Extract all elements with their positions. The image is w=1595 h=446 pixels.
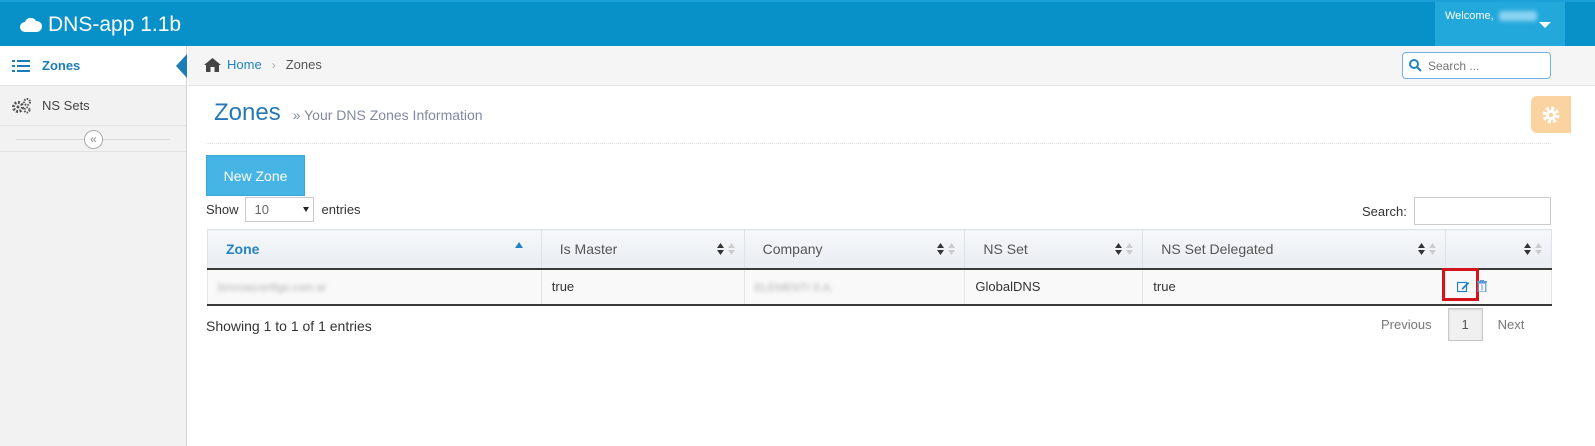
chevron-right-icon: ›	[271, 57, 276, 72]
search-input[interactable]	[1428, 58, 1538, 73]
breadcrumb-bar: Home › Zones	[188, 46, 1595, 86]
column-header-actions[interactable]	[1445, 229, 1552, 270]
search-label: Search:	[1362, 203, 1407, 219]
sidebar-item-label: Zones	[42, 58, 81, 73]
top-navbar: DNS-app 1.1b Welcome,	[0, 0, 1595, 46]
cloud-icon	[20, 17, 42, 32]
list-icon	[12, 59, 32, 73]
double-chevron-left-icon[interactable]: «	[84, 130, 103, 149]
next-page-button[interactable]: Next	[1498, 317, 1525, 332]
column-label: Is Master	[559, 240, 618, 257]
page-size-select[interactable]: 10	[244, 197, 314, 222]
nav-search[interactable]	[1402, 52, 1551, 79]
divider	[206, 143, 1551, 144]
column-header-ns-set[interactable]: NS Set	[964, 229, 1144, 270]
column-label: Company	[762, 240, 823, 257]
zone-name: bmmasconfigo.com.ar	[218, 282, 327, 294]
table-search-input[interactable]	[1413, 197, 1551, 225]
edit-zone-button[interactable]	[1442, 268, 1479, 301]
caret-down-icon	[1539, 22, 1551, 28]
user-menu[interactable]: Welcome,	[1435, 2, 1565, 46]
page-header: Zones » Your DNS Zones Information	[214, 99, 483, 127]
cell-is-master: true	[540, 268, 745, 306]
breadcrumb-current: Zones	[285, 57, 322, 72]
settings-toggle[interactable]	[1531, 96, 1571, 133]
page-subtitle: » Your DNS Zones Information	[292, 107, 483, 123]
table-header-row: Zone Is Master Company NS Set NS Set Del…	[207, 229, 1552, 270]
breadcrumb: Home › Zones	[204, 57, 322, 72]
cell-zone[interactable]: bmmasconfigo.com.ar	[207, 268, 542, 306]
sort-icon	[716, 242, 736, 256]
sidebar-item-label: NS Sets	[42, 98, 90, 113]
delete-zone-button[interactable]	[1477, 280, 1487, 295]
sort-icon	[1417, 242, 1437, 256]
column-header-company[interactable]: Company	[743, 229, 966, 270]
table-info: Showing 1 to 1 of 1 entries	[206, 318, 372, 334]
previous-page-button[interactable]: Previous	[1381, 317, 1432, 332]
search-icon	[1409, 59, 1422, 72]
cogs-icon	[12, 97, 32, 114]
sort-icon	[1523, 242, 1543, 256]
pagination: Previous 1 Next	[1381, 308, 1524, 341]
table-row: bmmasconfigo.com.ar true ELEMENTI S.A. G…	[207, 268, 1552, 306]
show-label: Show	[206, 202, 239, 217]
sidebar-collapse: «	[0, 126, 186, 152]
column-header-ns-set-delegated[interactable]: NS Set Delegated	[1142, 229, 1447, 270]
column-header-zone[interactable]: Zone	[207, 229, 542, 270]
new-zone-button[interactable]: New Zone	[206, 155, 305, 196]
page-size-value: 10	[254, 202, 269, 217]
breadcrumb-home-link[interactable]: Home	[227, 57, 262, 72]
column-header-is-master[interactable]: Is Master	[540, 229, 745, 270]
app-title: DNS-app 1.1b	[48, 13, 182, 36]
cell-ns-set: GlobalDNS	[964, 268, 1144, 306]
column-label: NS Set Delegated	[1161, 240, 1274, 257]
column-label: Zone	[226, 240, 260, 257]
edit-icon	[1457, 281, 1470, 293]
cell-ns-set-delegated: true	[1142, 268, 1447, 306]
sort-icon	[936, 242, 956, 256]
app-brand[interactable]: DNS-app 1.1b	[20, 12, 181, 38]
page-button-1[interactable]: 1	[1447, 308, 1483, 341]
sidebar: Zones NS Sets «	[0, 46, 187, 446]
gear-icon	[1542, 106, 1560, 123]
caret-down-icon	[302, 207, 309, 212]
sort-asc-icon	[514, 242, 523, 248]
table-search: Search:	[1362, 197, 1551, 225]
company-name: ELEMENTI S.A.	[754, 282, 834, 294]
column-label: NS Set	[983, 240, 1028, 257]
cell-company: ELEMENTI S.A.	[743, 268, 966, 306]
sidebar-item-ns-sets[interactable]: NS Sets	[0, 86, 186, 126]
page-title: Zones	[214, 99, 281, 126]
entries-label: entries	[321, 202, 361, 217]
trash-icon	[1477, 280, 1487, 293]
welcome-text: Welcome,	[1445, 10, 1494, 22]
user-name	[1498, 11, 1537, 22]
page-size-control: Show 10 entries	[206, 197, 361, 222]
home-icon	[204, 57, 221, 72]
sort-icon	[1114, 242, 1134, 256]
zones-table: Zone Is Master Company NS Set NS Set Del…	[207, 229, 1552, 306]
sidebar-item-zones[interactable]: Zones	[0, 46, 187, 86]
